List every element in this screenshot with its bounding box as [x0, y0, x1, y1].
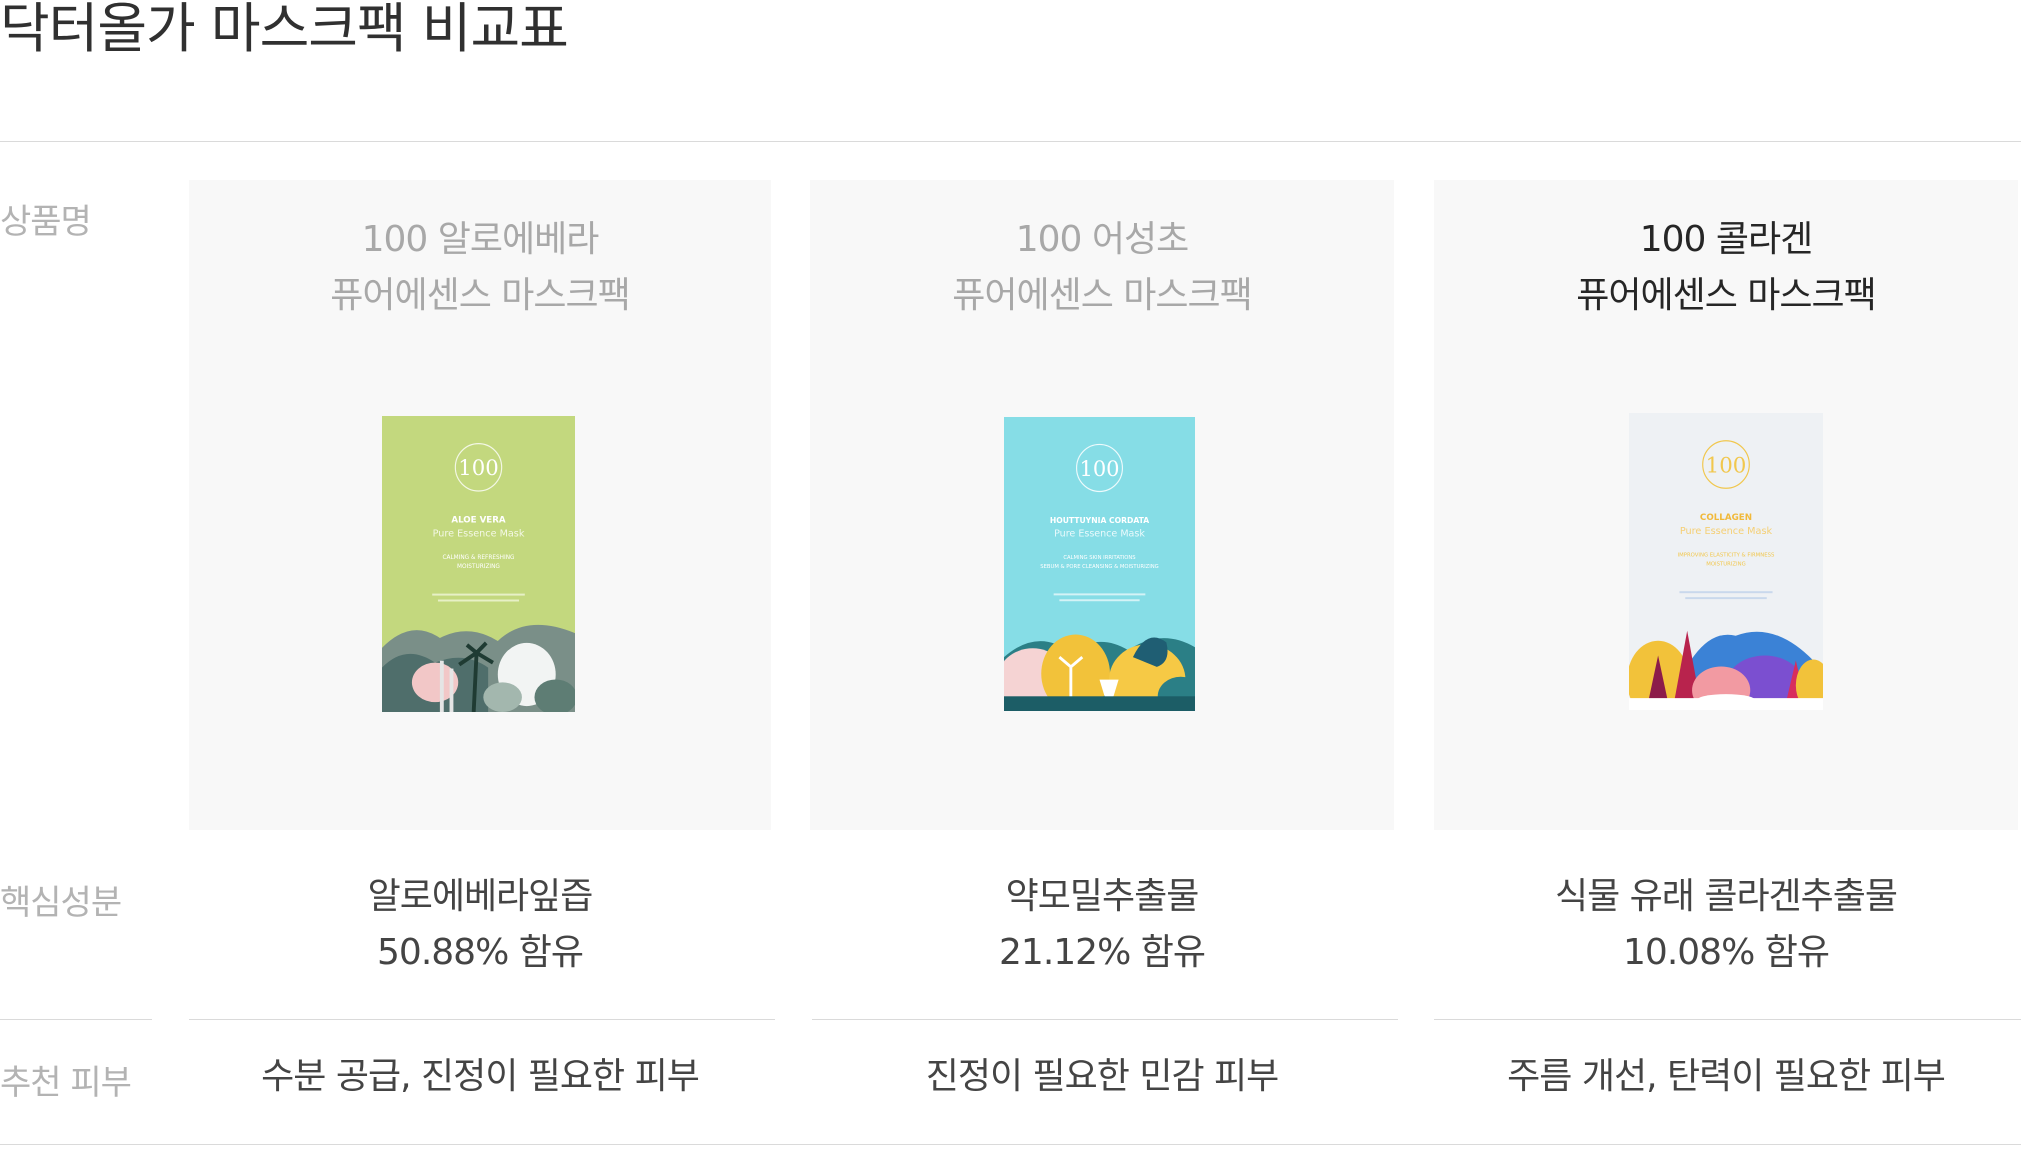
- recommended-skin-collagen: 주름 개선, 탄력이 필요한 피부: [1507, 1056, 1946, 1097]
- svg-text:ALOE VERA: ALOE VERA: [451, 515, 505, 525]
- recommended-skin-aloe: 수분 공급, 진정이 필요한 피부: [261, 1056, 700, 1097]
- row-divider-label: [0, 1019, 152, 1020]
- row-divider-collagen: [1434, 1019, 2021, 1020]
- svg-text:MOISTURIZING: MOISTURIZING: [1706, 561, 1745, 567]
- recommended-skin-houttuynia: 진정이 필요한 민감 피부: [925, 1056, 1280, 1097]
- svg-text:Pure Essence Mask: Pure Essence Mask: [1054, 528, 1145, 539]
- product-card-collagen[interactable]: 100 콜라겐 퓨어에센스 마스크팩 100 COLLAGEN Pure Ess…: [1434, 180, 2018, 830]
- svg-text:COLLAGEN: COLLAGEN: [1700, 513, 1752, 523]
- svg-text:HOUTTUYNIA CORDATA: HOUTTUYNIA CORDATA: [1050, 516, 1149, 525]
- row-label-product-name: 상품명: [0, 202, 92, 242]
- svg-text:Pure Essence Mask: Pure Essence Mask: [433, 528, 525, 539]
- key-ingredient-aloe: 알로에베라잎즙 50.88% 함유: [367, 876, 594, 973]
- product-card-houttuynia[interactable]: 100 어성초 퓨어에센스 마스크팩 100 HOUTTUYNIA CORDAT…: [810, 180, 1394, 830]
- collagen-mask-pack-image: 100 COLLAGEN Pure Essence Mask IMPROVING…: [1629, 413, 1823, 710]
- svg-text:100: 100: [1079, 457, 1119, 482]
- svg-text:100: 100: [458, 456, 498, 481]
- title-divider: [0, 141, 2021, 142]
- svg-text:IMPROVING ELASTICITY & FIRMNES: IMPROVING ELASTICITY & FIRMNESS: [1678, 553, 1775, 559]
- row-divider-aloe: [189, 1019, 775, 1020]
- product-name-collagen: 100 콜라겐 퓨어에센스 마스크팩: [1576, 219, 1877, 316]
- table-bottom-divider: [0, 1144, 2021, 1145]
- product-name-houttuynia: 100 어성초 퓨어에센스 마스크팩: [952, 219, 1253, 316]
- key-ingredient-collagen: 식물 유래 콜라겐추출물 10.08% 함유: [1554, 876, 1898, 973]
- svg-text:MOISTURIZING: MOISTURIZING: [457, 564, 500, 570]
- svg-text:CALMING & REFRESHING: CALMING & REFRESHING: [442, 555, 515, 561]
- aloe-mask-pack-image: 100 ALOE VERA Pure Essence Mask CALMING …: [382, 416, 575, 712]
- svg-text:100: 100: [1706, 453, 1747, 478]
- product-name-aloe: 100 알로에베라 퓨어에센스 마스크팩: [330, 219, 631, 316]
- svg-text:CALMING SKIN IRRITATIONS: CALMING SKIN IRRITATIONS: [1063, 555, 1136, 561]
- row-divider-houttuynia: [812, 1019, 1398, 1020]
- product-card-aloe[interactable]: 100 알로에베라 퓨어에센스 마스크팩 100 ALOE VERA Pure …: [189, 180, 771, 830]
- row-label-recommended-skin: 추천 피부: [0, 1063, 132, 1103]
- svg-text:SEBUM & PORE CLEANSING & MOIST: SEBUM & PORE CLEANSING & MOISTURIZING: [1040, 564, 1159, 570]
- row-label-key-ingredient: 핵심성분: [0, 883, 122, 923]
- key-ingredient-houttuynia: 약모밀추출물 21.12% 함유: [999, 876, 1206, 973]
- page-title: 닥터올가 마스크팩 비교표: [0, 0, 569, 60]
- houttuynia-mask-pack-image: 100 HOUTTUYNIA CORDATA Pure Essence Mask…: [1004, 417, 1195, 711]
- svg-text:Pure Essence Mask: Pure Essence Mask: [1680, 526, 1773, 537]
